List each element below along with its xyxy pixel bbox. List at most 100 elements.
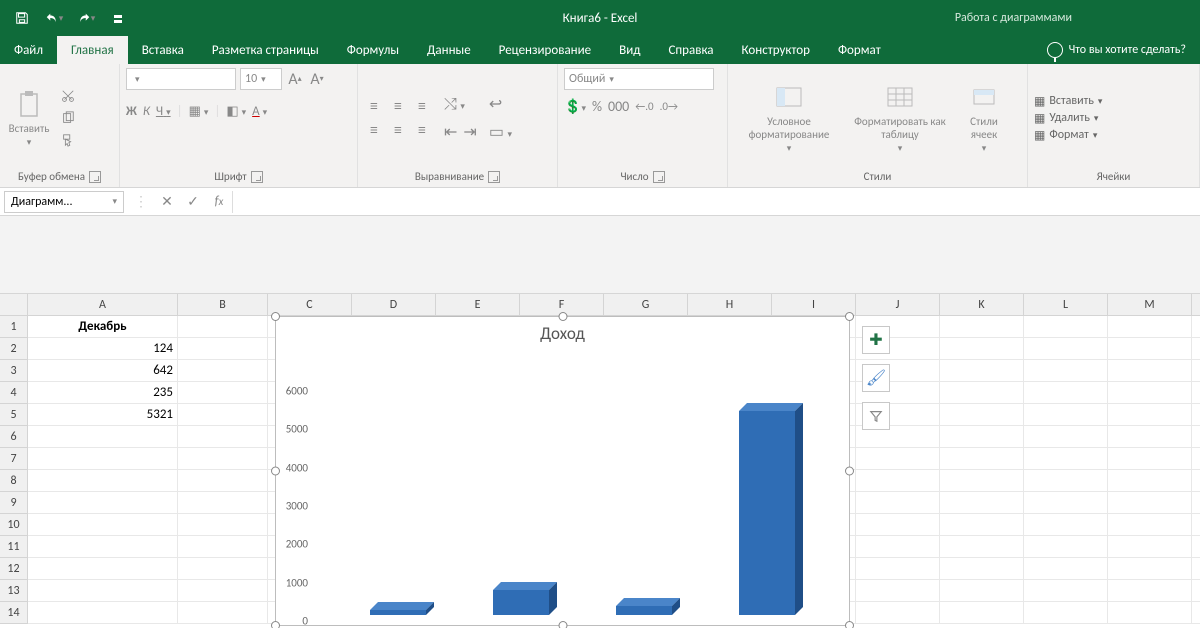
resize-handle[interactable] [271,312,280,321]
column-header[interactable]: A [28,294,178,316]
cell[interactable] [1108,470,1192,492]
cell[interactable] [28,492,178,514]
tab-data[interactable]: Данные [413,36,485,64]
cell[interactable] [178,470,268,492]
cell[interactable] [178,360,268,382]
select-all-corner[interactable] [0,294,28,316]
cell[interactable] [178,558,268,580]
increase-indent-icon[interactable]: ⇥ [463,122,476,142]
accounting-format-icon[interactable]: 💲▾ [564,98,586,115]
tab-view[interactable]: Вид [605,36,654,64]
cell[interactable] [856,514,940,536]
chart-bar[interactable] [370,610,426,615]
cell[interactable] [940,580,1024,602]
cell[interactable] [856,492,940,514]
row-header[interactable]: 6 [0,426,28,448]
font-dialog-launcher[interactable] [251,171,263,183]
orientation-icon[interactable]: ⤭ ▾ [444,95,477,114]
cell[interactable] [178,382,268,404]
cell[interactable] [28,514,178,536]
delete-cells-button[interactable]: ▦Удалить▾ [1034,111,1102,126]
row-header[interactable]: 8 [0,470,28,492]
row-header[interactable]: 10 [0,514,28,536]
cell[interactable] [1024,382,1108,404]
cell[interactable] [1192,338,1200,360]
cell[interactable] [1108,448,1192,470]
cell[interactable] [1024,558,1108,580]
cell[interactable] [1024,360,1108,382]
cell[interactable] [28,602,178,624]
row-header[interactable]: 12 [0,558,28,580]
cell[interactable] [1192,382,1200,404]
cell[interactable] [1024,448,1108,470]
cell[interactable] [1108,602,1192,624]
clipboard-dialog-launcher[interactable] [89,171,101,183]
cell[interactable] [1024,316,1108,338]
tab-chart-format[interactable]: Формат [824,36,895,64]
tab-review[interactable]: Рецензирование [485,36,605,64]
conditional-formatting-button[interactable]: Условное форматирование▾ [734,82,844,153]
decrease-decimal-icon[interactable]: .0→ [660,100,678,113]
row-header[interactable]: 14 [0,602,28,624]
cell[interactable] [1192,536,1200,558]
cell[interactable] [178,536,268,558]
cell[interactable] [940,404,1024,426]
merge-center-icon[interactable]: ▭ ▾ [489,122,512,142]
row-header[interactable]: 7 [0,448,28,470]
cell[interactable] [1192,558,1200,580]
cell[interactable] [28,448,178,470]
tell-me-search[interactable]: Что вы хотите сделать? [1033,36,1200,64]
format-painter-icon[interactable] [58,131,78,149]
cell[interactable] [178,514,268,536]
cell[interactable] [28,536,178,558]
borders-icon[interactable]: ▦ ▾ [189,104,209,119]
cell[interactable] [940,316,1024,338]
resize-handle[interactable] [558,312,567,321]
cell[interactable] [1192,580,1200,602]
font-color-icon[interactable]: A ▾ [252,104,267,119]
format-as-table-button[interactable]: Форматировать как таблицу▾ [854,82,946,153]
increase-font-icon[interactable]: A▴ [286,70,304,88]
cancel-formula-icon[interactable]: ✕ [154,193,180,210]
cell[interactable] [1192,514,1200,536]
cell[interactable] [1024,536,1108,558]
column-header[interactable]: J [856,294,940,316]
wrap-text-icon[interactable]: ↩ [489,94,512,114]
column-header[interactable]: B [178,294,268,316]
column-header[interactable]: E [436,294,520,316]
cell[interactable] [28,426,178,448]
cell[interactable] [178,602,268,624]
chart-elements-button[interactable]: ✚ [862,326,890,354]
italic-button[interactable]: К [143,104,150,119]
row-header[interactable]: 2 [0,338,28,360]
name-box[interactable]: Диаграмм...▾ [4,191,124,213]
number-dialog-launcher[interactable] [653,171,665,183]
tab-page-layout[interactable]: Разметка страницы [198,36,333,64]
row-header[interactable]: 3 [0,360,28,382]
cell[interactable] [1192,448,1200,470]
cell[interactable] [940,338,1024,360]
undo-icon[interactable]: ▾ [40,4,68,32]
cell[interactable] [1024,470,1108,492]
cell[interactable] [856,558,940,580]
cell[interactable] [856,602,940,624]
cell[interactable]: Декабрь [28,316,178,338]
column-header[interactable]: I [772,294,856,316]
cell[interactable] [940,558,1024,580]
column-header[interactable]: M [1108,294,1192,316]
cell[interactable] [178,426,268,448]
align-bottom-icon[interactable]: ≡ [412,96,432,116]
tab-help[interactable]: Справка [654,36,727,64]
column-header[interactable]: G [604,294,688,316]
cell[interactable] [940,536,1024,558]
cell[interactable] [856,448,940,470]
cut-icon[interactable] [58,87,78,105]
cell[interactable] [28,580,178,602]
column-header[interactable]: H [688,294,772,316]
cell[interactable] [1108,338,1192,360]
cell[interactable] [1108,382,1192,404]
insert-cells-button[interactable]: ▦Вставить▾ [1034,94,1102,109]
tab-home[interactable]: Главная [57,36,128,64]
copy-icon[interactable] [58,109,78,127]
cell[interactable] [1192,492,1200,514]
